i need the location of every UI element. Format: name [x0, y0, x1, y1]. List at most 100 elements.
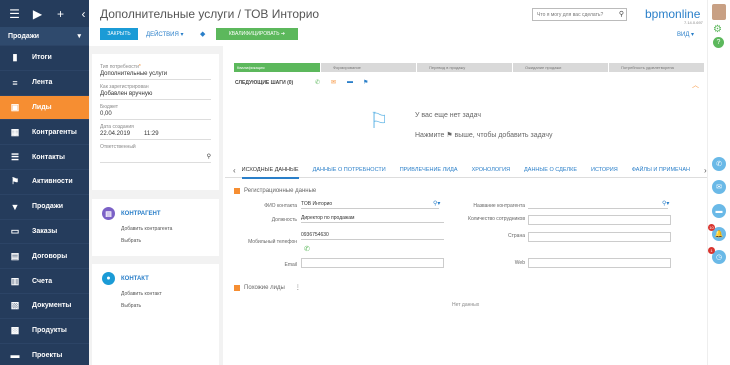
contact-header: ● КОНТАКТ — [102, 272, 209, 285]
sidebar-item-1[interactable]: ≡ Лента — [0, 69, 89, 95]
sidebar-item-9[interactable]: ▥ Счета — [0, 268, 89, 293]
play-icon[interactable]: ▶ — [32, 7, 43, 21]
sidebar-item-12[interactable]: ▬ Проекты — [0, 342, 89, 365]
sidebar-item-3[interactable]: ▦ Контрагенты — [0, 119, 89, 144]
stage-4[interactable]: Потребность удовлетворена — [609, 63, 704, 72]
contacts-icon: ☰ — [10, 151, 20, 162]
sidebar-item-7[interactable]: ▭ Заказы — [0, 218, 89, 244]
close-button[interactable]: ЗАКРЫТЬ — [100, 28, 138, 40]
chat-panel-icon[interactable]: ▬ — [712, 204, 726, 218]
qualify-button[interactable]: КВАЛИФИЦИРОВАТЬ ➔ — [216, 28, 298, 40]
plus-icon[interactable]: + — [55, 7, 66, 21]
stage-3[interactable]: Ожидание продажи — [513, 63, 608, 72]
tab-4[interactable]: ДАННЫЕ О СДЕЛКЕ — [524, 163, 577, 179]
sidebar-item-label: Проекты — [32, 351, 63, 359]
sidebar-item-label: Продукты — [32, 327, 67, 335]
fio-field[interactable]: ТОВ Инторио — [301, 201, 439, 209]
tab-0[interactable]: ИСХОДНЫЕ ДАННЫЕ — [241, 163, 299, 179]
sidebar-item-label: Лента — [32, 79, 53, 87]
section-toggle-icon[interactable] — [234, 284, 240, 291]
sidebar-top: ☰ ▶ + ‹ — [0, 0, 89, 27]
sidebar-item-8[interactable]: ▤ Договоры — [0, 243, 89, 268]
position-field[interactable]: Директор по продажам — [301, 215, 444, 223]
tab-6[interactable]: ФАЙЛЫ И ПРИМЕЧАН — [632, 163, 690, 179]
qualify-label: КВАЛИФИЦИРОВАТЬ — [228, 31, 280, 37]
notifications-badge: 10 — [708, 224, 715, 231]
lookup-icon[interactable]: ⚲▾ — [662, 200, 669, 207]
tab-5[interactable]: ИСТОРИЯ — [591, 163, 618, 179]
sidebar-item-5[interactable]: ⚑ Активности — [0, 168, 89, 194]
section-toggle-icon[interactable] — [234, 188, 240, 194]
search-icon[interactable]: ⚲ — [619, 10, 624, 18]
collapse-icon[interactable]: ‹ — [78, 7, 89, 21]
contact-title: КОНТАКТ — [121, 275, 149, 282]
country-field[interactable] — [528, 232, 671, 242]
sidebar-item-6[interactable]: ▼ Продажи — [0, 193, 89, 219]
tab-2[interactable]: ПРИВЛЕЧЕНИЕ ЛИДА — [400, 163, 458, 179]
stage-1[interactable]: Формирование — [321, 63, 416, 72]
stage-2[interactable]: Перевод в продажу — [417, 63, 512, 72]
add-contragent-link[interactable]: Добавить контрагента — [121, 226, 209, 232]
search-icon[interactable]: ⚲ — [207, 153, 211, 160]
tab-prev-icon[interactable]: ‹ — [233, 166, 236, 175]
help-icon[interactable]: ? — [713, 37, 724, 48]
registered-field[interactable]: Добавлен вручную — [100, 91, 211, 100]
sidebar-item-4[interactable]: ☰ Контакты — [0, 144, 89, 169]
sidebar-item-2[interactable]: ▣ Лиды — [0, 94, 89, 120]
more-icon[interactable]: ⋮ — [295, 284, 301, 291]
command-search-input[interactable]: Что я могу для вас сделать? ⚲ — [532, 8, 627, 21]
registration-section-header[interactable]: Регистрационные данные — [234, 188, 316, 194]
building-icon: ▤ — [102, 207, 115, 220]
contragent-card: ▤ КОНТРАГЕНТ Добавить контрагента Выбрат… — [92, 199, 219, 256]
tag-icon[interactable]: ◆ — [200, 30, 205, 38]
phone-icon[interactable]: ✆ — [315, 79, 320, 86]
sidebar-item-label: Лиды — [32, 103, 52, 111]
contragent-header: ▤ КОНТРАГЕНТ — [102, 207, 209, 220]
sidebar-item-label: Документы — [32, 302, 72, 310]
stage-0[interactable]: Квалификация — [234, 63, 320, 72]
similar-leads-header[interactable]: Похожие лиды ⋮ — [234, 284, 301, 291]
call-icon[interactable]: ✆ — [304, 245, 310, 253]
created-field[interactable]: 22.04.2019 11:29 — [100, 131, 211, 140]
add-contact-link[interactable]: Добавить контакт — [121, 291, 209, 297]
next-steps-label: СЛЕДУЮЩИЕ ШАГИ (0) — [235, 80, 294, 86]
workspace-selector[interactable]: Продажи ▾ — [0, 27, 89, 45]
select-contragent-link[interactable]: Выбрать — [121, 238, 209, 244]
gear-icon[interactable]: ⚙ — [713, 24, 722, 35]
sidebar-item-label: Контрагенты — [32, 128, 77, 136]
employees-field[interactable] — [528, 215, 671, 225]
menu-icon[interactable]: ☰ — [9, 7, 20, 21]
company-field[interactable] — [528, 201, 668, 209]
email-panel-icon[interactable]: ✉ — [712, 180, 726, 194]
chat-icon[interactable]: ▬ — [347, 79, 353, 85]
sidebar-item-0[interactable]: ▮ Итоги — [0, 45, 89, 70]
collapse-up-icon[interactable]: ︿ — [692, 80, 699, 90]
lookup-icon[interactable]: ⚲▾ — [433, 200, 440, 207]
phone-panel-icon[interactable]: ✆ — [712, 157, 726, 171]
avatar[interactable] — [712, 4, 726, 20]
owner-field[interactable]: ⚲ — [100, 151, 211, 163]
tab-3[interactable]: ХРОНОЛОГИЯ — [472, 163, 510, 179]
similar-title: Похожие лиды — [244, 284, 285, 291]
tab-1[interactable]: ДАННЫЕ О ПОТРЕБНОСТИ — [313, 163, 386, 179]
web-field[interactable] — [528, 258, 671, 268]
workspace-label: Продажи — [8, 32, 40, 40]
email-icon[interactable]: ✉ — [331, 79, 336, 86]
person-icon: ● — [102, 272, 115, 285]
flag-icon[interactable]: ⚑ — [363, 79, 368, 86]
mobile-field[interactable]: 0936754630 — [301, 232, 444, 240]
actions-button[interactable]: ДЕЙСТВИЯ ▾ — [146, 31, 184, 38]
created-date[interactable]: 22.04.2019 — [100, 131, 130, 137]
email-field[interactable] — [301, 258, 444, 268]
need-type-field[interactable]: Дополнительные услуги — [100, 71, 211, 80]
sidebar-item-10[interactable]: ▧ Документы — [0, 292, 89, 318]
funnel-icon: ▼ — [10, 201, 20, 212]
created-time[interactable]: 11:29 — [144, 131, 159, 137]
sidebar-item-label: Договоры — [32, 252, 68, 260]
budget-field[interactable]: 0,00 — [100, 111, 211, 120]
select-contact-link[interactable]: Выбрать — [121, 303, 209, 309]
sidebar-item-11[interactable]: ▩ Продукты — [0, 317, 89, 343]
bar-chart-icon: ▮ — [12, 52, 18, 63]
projects-icon: ▬ — [10, 350, 20, 361]
view-button[interactable]: ВИД ▾ — [677, 31, 694, 38]
